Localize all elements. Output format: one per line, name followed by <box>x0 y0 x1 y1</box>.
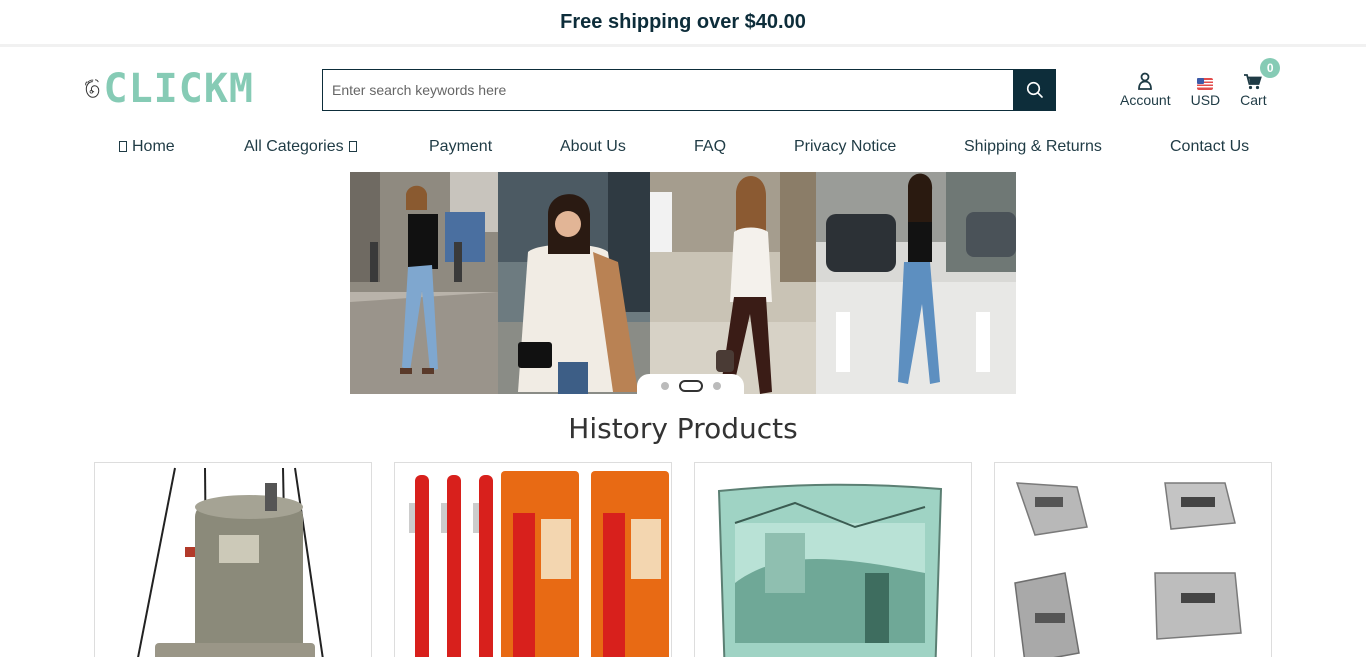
header-tools: Account USD Cart 0 <box>1120 58 1287 112</box>
nav-label: Home <box>132 138 175 155</box>
carousel-indicators <box>637 374 744 398</box>
product-card[interactable] <box>394 462 672 657</box>
cart-button[interactable]: Cart 0 <box>1240 58 1281 112</box>
site-logo[interactable]: CLICKM <box>84 64 254 114</box>
search-button[interactable] <box>1013 69 1056 111</box>
nav-label: Privacy Notice <box>794 138 897 155</box>
cart-label: Cart <box>1240 92 1267 108</box>
nav-label: About Us <box>560 138 626 155</box>
promo-text: Free shipping over $40.00 <box>560 10 806 33</box>
nav-payment[interactable]: Payment <box>429 138 492 156</box>
cart-icon <box>1244 74 1263 90</box>
search-input[interactable] <box>322 69 1013 111</box>
promo-bar: Free shipping over $40.00 <box>0 0 1366 47</box>
banner-photo <box>816 172 1016 394</box>
product-card[interactable] <box>94 462 372 657</box>
nav-shipping-returns[interactable]: Shipping & Returns <box>964 138 1102 156</box>
carousel-dot-3[interactable] <box>712 382 721 390</box>
main-nav: Home All Categories Payment About Us FAQ… <box>0 138 1366 164</box>
section-title: History Products <box>568 412 798 445</box>
nav-contact-us[interactable]: Contact Us <box>1170 138 1249 156</box>
product-image <box>95 463 371 657</box>
banner-photo <box>350 172 498 394</box>
nav-label: Payment <box>429 138 493 155</box>
nav-about-us[interactable]: About Us <box>560 138 626 156</box>
hero-banner[interactable] <box>350 172 1016 394</box>
nav-home[interactable]: Home <box>114 138 175 156</box>
logo-text: CLICKM <box>103 66 254 112</box>
banner-photo <box>498 172 650 394</box>
nav-all-categories[interactable]: All Categories <box>244 138 362 156</box>
product-image <box>695 463 971 657</box>
account-button[interactable]: Account <box>1120 66 1171 112</box>
us-flag-icon <box>1197 78 1214 90</box>
product-image <box>995 463 1271 657</box>
carousel-dot-1[interactable] <box>660 382 669 390</box>
chevron-down-icon <box>348 141 357 152</box>
banner-photo <box>650 172 816 394</box>
search-bar <box>322 69 1056 111</box>
home-icon <box>119 141 127 152</box>
product-card[interactable] <box>694 462 972 657</box>
user-icon <box>1138 72 1153 90</box>
nav-label: FAQ <box>694 138 727 155</box>
nav-label: Shipping & Returns <box>964 138 1102 155</box>
search-icon <box>1026 81 1043 98</box>
currency-selector[interactable]: USD <box>1190 66 1221 112</box>
product-image <box>395 463 671 657</box>
account-label: Account <box>1120 92 1171 108</box>
nav-privacy-notice[interactable]: Privacy Notice <box>794 138 896 156</box>
nav-label: All Categories <box>244 138 344 155</box>
product-card[interactable] <box>994 462 1272 657</box>
cart-count-badge: 0 <box>1260 58 1281 78</box>
nav-label: Contact Us <box>1170 138 1250 155</box>
nav-faq[interactable]: FAQ <box>694 138 726 156</box>
logo-mark-icon <box>85 79 100 98</box>
carousel-dot-2[interactable] <box>678 380 703 392</box>
currency-label: USD <box>1190 92 1221 108</box>
